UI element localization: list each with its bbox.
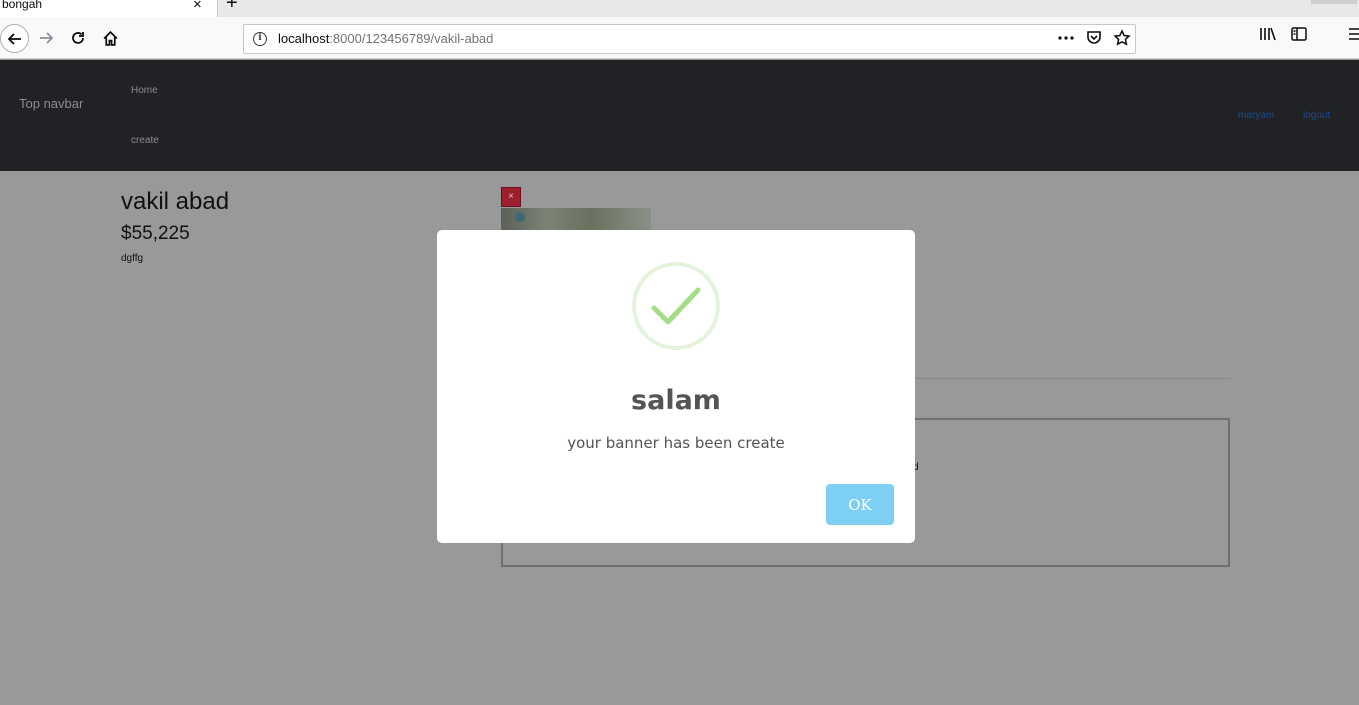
- site-navbar: Top navbar Home create maryam logout: [0, 60, 1359, 171]
- sidebar-icon[interactable]: [1290, 25, 1308, 43]
- home-button[interactable]: [97, 25, 123, 51]
- listing-title: vakil abad: [121, 188, 230, 215]
- success-modal: salam your banner has been create OK: [437, 230, 915, 543]
- new-tab-button[interactable]: +: [226, 0, 238, 15]
- listing-price: $55,225: [121, 223, 190, 244]
- nav-link-user[interactable]: maryam: [1238, 110, 1274, 121]
- forward-icon: [40, 32, 54, 44]
- home-icon: [103, 30, 117, 46]
- nav-link-logout[interactable]: logout: [1303, 110, 1330, 121]
- browser-toolbar: i localhost:8000/123456789/vakil-abad: [0, 17, 1359, 59]
- library-icon[interactable]: [1258, 25, 1278, 43]
- forward-button[interactable]: [33, 25, 59, 51]
- info-icon[interactable]: i: [253, 32, 267, 46]
- nav-link-home[interactable]: Home: [131, 85, 158, 96]
- success-check-icon: [632, 262, 720, 350]
- reload-icon: [72, 32, 84, 44]
- navbar-brand[interactable]: Top navbar: [19, 96, 83, 111]
- menu-icon[interactable]: [1346, 25, 1359, 43]
- url-text[interactable]: localhost:8000/123456789/vakil-abad: [278, 31, 493, 46]
- url-host: localhost: [278, 31, 330, 46]
- modal-title: salam: [631, 385, 721, 416]
- back-icon: [7, 32, 21, 45]
- window-control[interactable]: [1311, 0, 1357, 4]
- url-bar[interactable]: i localhost:8000/123456789/vakil-abad: [243, 24, 1136, 54]
- back-button[interactable]: [0, 24, 29, 53]
- tab-close-icon[interactable]: ×: [193, 0, 202, 13]
- nav-link-create[interactable]: create: [131, 135, 159, 146]
- listing-image: [501, 208, 651, 230]
- ok-button[interactable]: OK: [826, 484, 894, 525]
- listing-description: dgffg: [121, 253, 144, 264]
- reload-button[interactable]: [65, 25, 91, 51]
- tab-title: bongah: [2, 0, 43, 11]
- more-icon[interactable]: [1057, 29, 1075, 47]
- tab-strip: bongah × +: [0, 0, 1359, 18]
- modal-message: your banner has been create: [567, 434, 785, 452]
- browser-tab[interactable]: bongah ×: [0, 0, 218, 18]
- remove-image-button[interactable]: ×: [501, 187, 521, 207]
- url-path: :8000/123456789/vakil-abad: [329, 31, 494, 46]
- star-icon[interactable]: [1113, 29, 1131, 47]
- pocket-icon[interactable]: [1085, 29, 1103, 47]
